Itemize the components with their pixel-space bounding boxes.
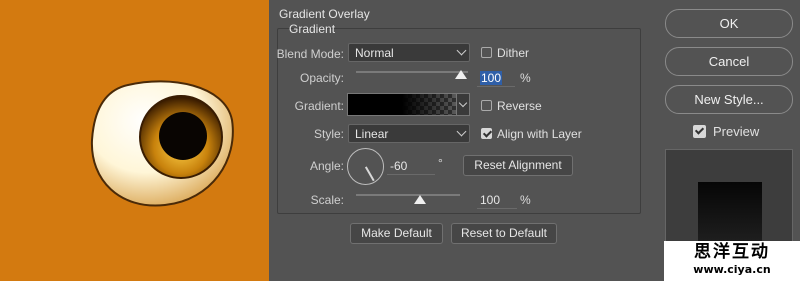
style-label: Style: <box>313 127 344 141</box>
opacity-input[interactable]: 100 <box>477 71 515 87</box>
chevron-down-icon <box>458 98 468 108</box>
make-default-button[interactable]: Make Default <box>350 223 443 244</box>
watermark-line1: 思洋互动 <box>694 242 770 262</box>
opacity-slider-thumb[interactable] <box>455 70 467 79</box>
scale-label: Scale: <box>310 193 344 207</box>
group-title: Gradient Overlay <box>279 7 370 21</box>
style-value: Linear <box>355 127 389 141</box>
reset-to-default-button[interactable]: Reset to Default <box>451 223 557 244</box>
opacity-label: Opacity: <box>299 71 344 85</box>
opacity-unit: % <box>520 71 531 85</box>
reverse-label: Reverse <box>497 99 542 113</box>
preview-checkbox[interactable] <box>693 125 706 138</box>
watermark-line2: www.ciya.cn <box>693 263 771 276</box>
chevron-down-icon <box>456 126 467 137</box>
angle-dial[interactable] <box>347 148 384 185</box>
align-with-layer-label: Align with Layer <box>497 127 582 141</box>
gradient-dropdown[interactable] <box>456 93 470 116</box>
angle-value: -60 <box>390 159 408 173</box>
dither-label: Dither <box>497 46 530 60</box>
align-with-layer-checkbox[interactable] <box>481 128 492 139</box>
reset-alignment-button[interactable]: Reset Alignment <box>463 155 573 176</box>
eye-illustration <box>90 80 234 207</box>
gradient-label: Gradient: <box>294 99 344 113</box>
opacity-slider-track[interactable] <box>356 71 468 73</box>
angle-label: Angle: <box>309 159 344 173</box>
cancel-button[interactable]: Cancel <box>665 47 793 76</box>
preview-square <box>698 182 762 246</box>
watermark: 思洋互动 www.ciya.cn <box>664 241 800 281</box>
chevron-down-icon <box>456 45 467 56</box>
scale-unit: % <box>520 193 531 207</box>
scale-slider-thumb[interactable] <box>414 195 426 204</box>
angle-needle <box>365 166 375 181</box>
blend-mode-value: Normal <box>355 46 394 60</box>
blend-mode-select[interactable]: Normal <box>348 43 470 62</box>
ok-button[interactable]: OK <box>665 9 793 38</box>
angle-unit: ° <box>438 156 443 170</box>
scale-input[interactable]: 100 <box>477 193 517 209</box>
new-style-button[interactable]: New Style... <box>665 85 793 114</box>
gradient-swatch[interactable] <box>347 93 469 116</box>
preview-label: Preview <box>713 124 760 139</box>
blend-mode-label: Blend Mode: <box>276 47 344 61</box>
gradient-overlay-dialog: Gradient Overlay Gradient Blend Mode: No… <box>269 0 800 281</box>
dither-checkbox[interactable] <box>481 47 492 58</box>
scale-value: 100 <box>480 193 501 207</box>
subgroup-title: Gradient <box>289 22 336 36</box>
style-select[interactable]: Linear <box>348 124 470 143</box>
canvas-area <box>0 0 269 281</box>
opacity-value: 100 <box>480 71 503 85</box>
scale-slider-track[interactable] <box>356 194 460 196</box>
angle-input[interactable]: -60 <box>387 159 435 175</box>
reverse-checkbox[interactable] <box>481 100 492 111</box>
